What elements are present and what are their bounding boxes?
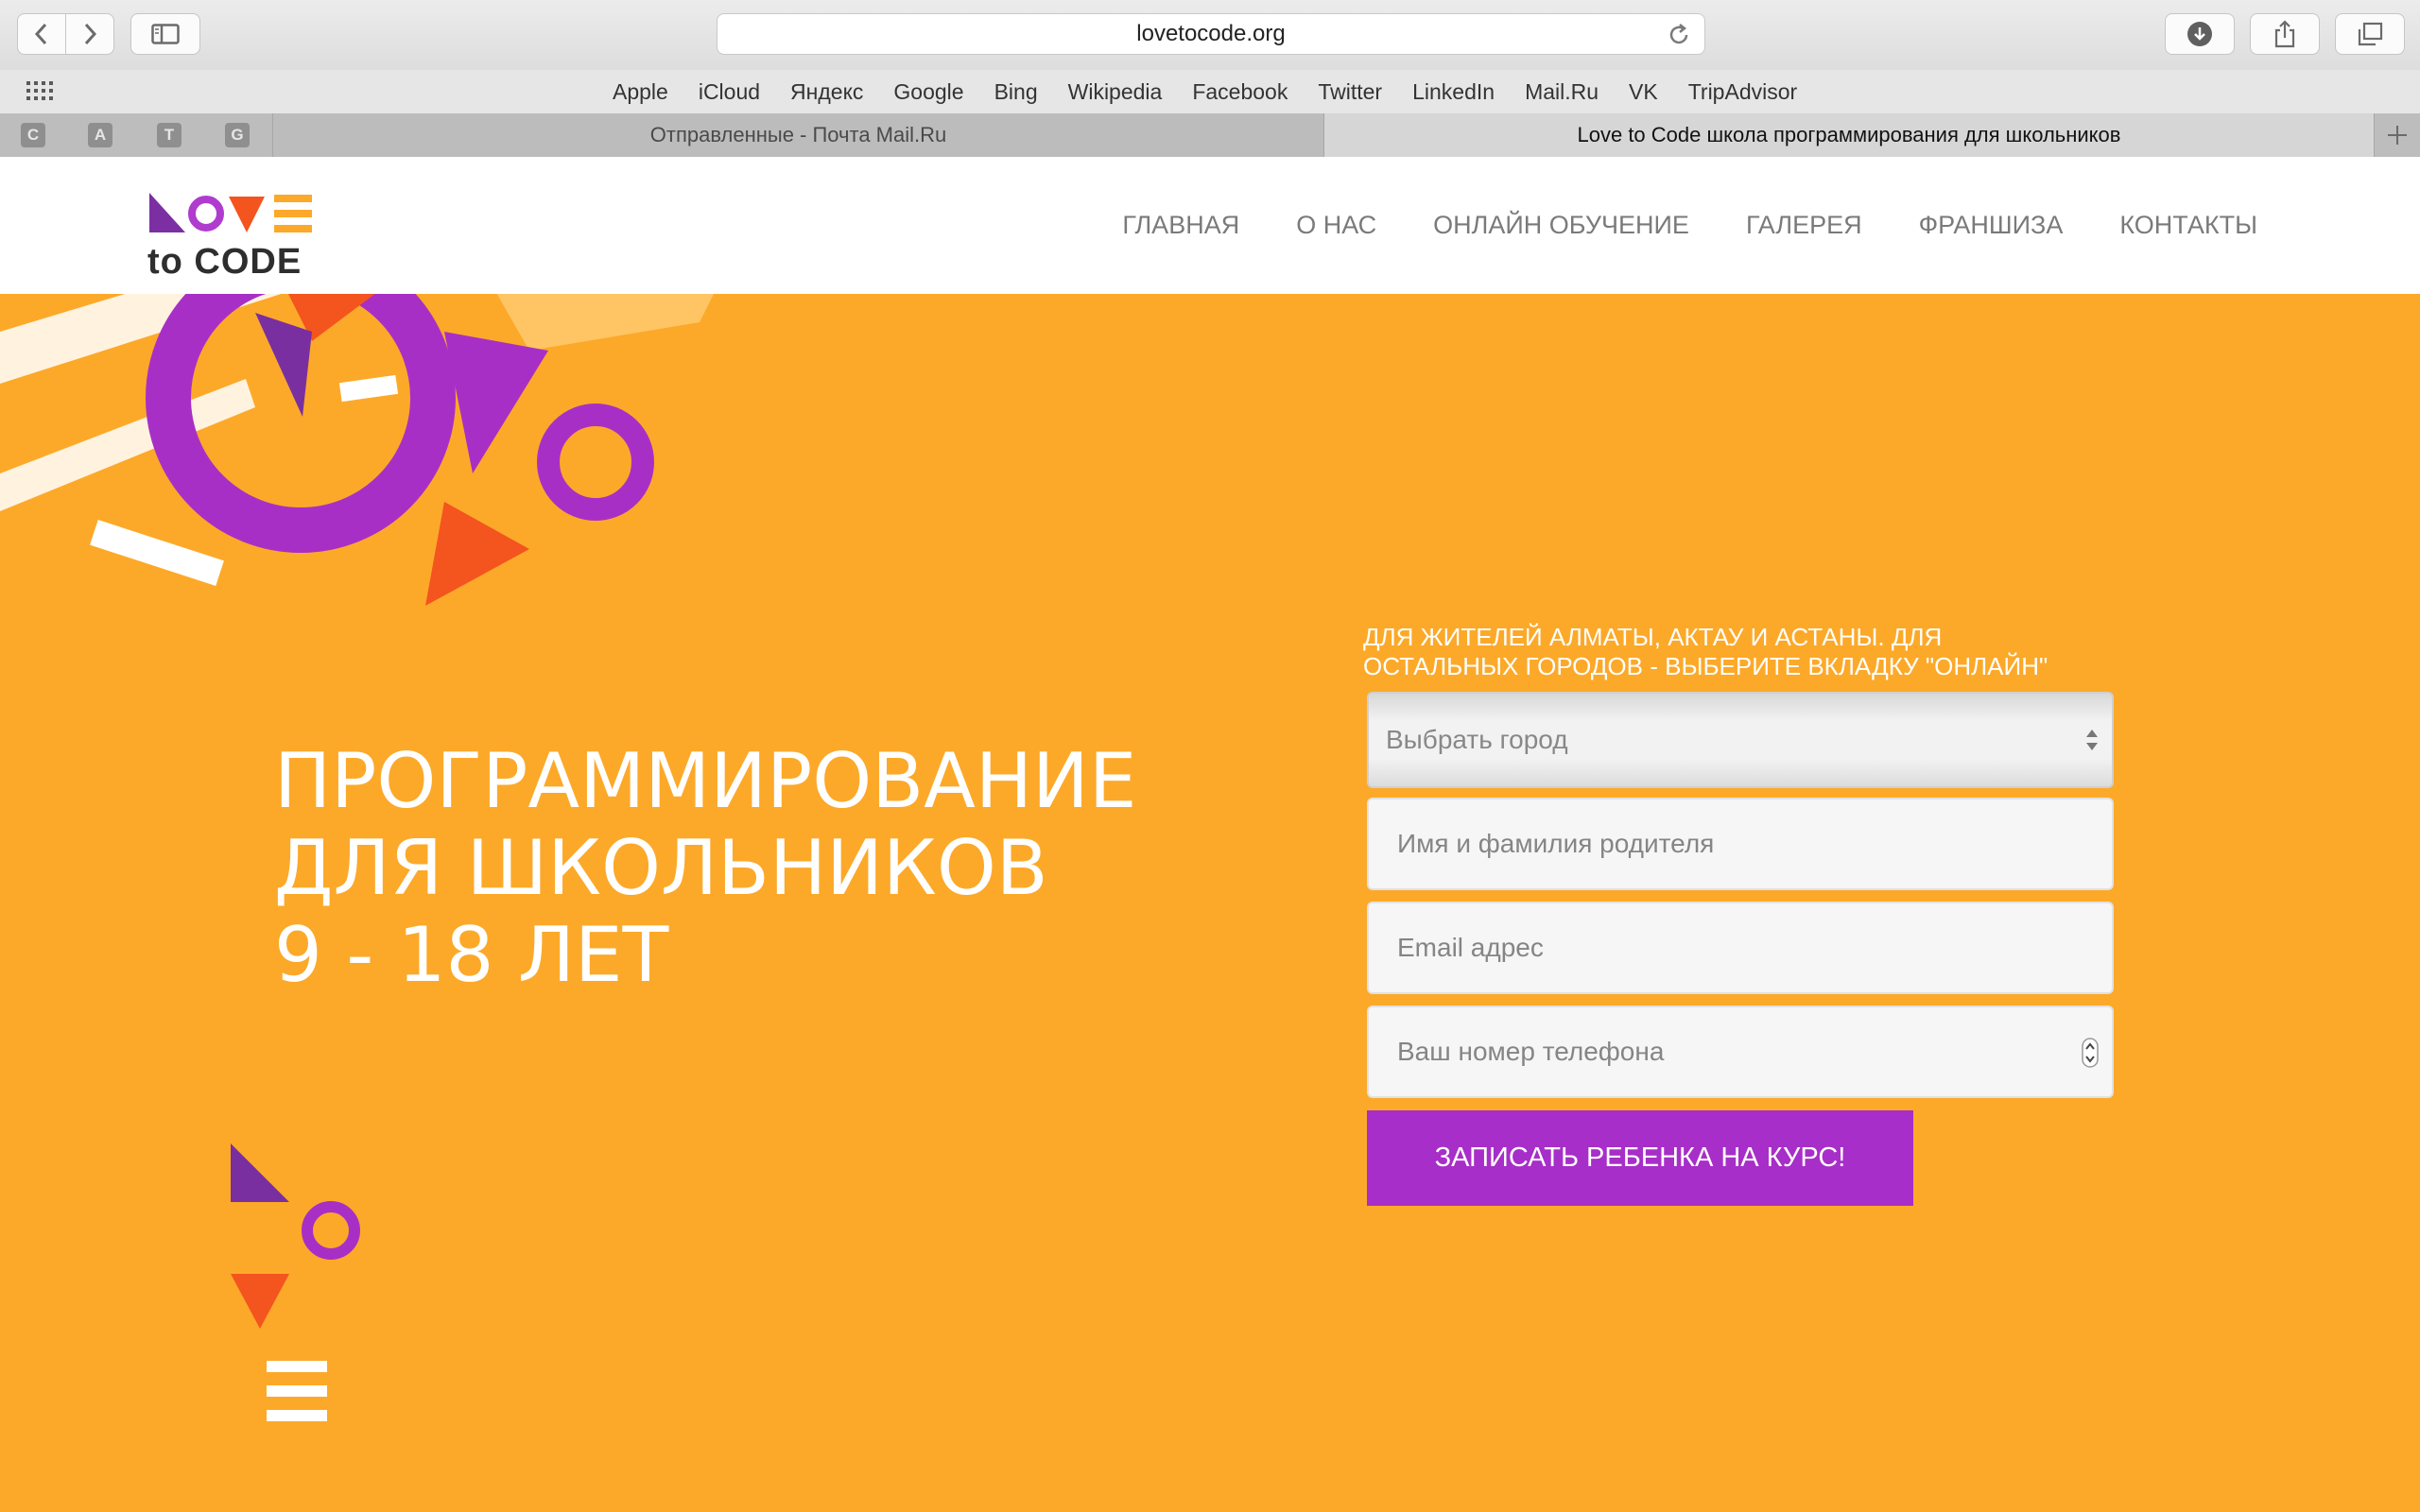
enroll-submit-button[interactable]: ЗАПИСАТЬ РЕБЕНКА НА КУРС! <box>1367 1110 1913 1206</box>
bookmark-google[interactable]: Google <box>893 79 963 105</box>
forward-button[interactable] <box>65 13 114 55</box>
tab-mail[interactable]: Отправленные - Почта Mail.Ru <box>272 113 1323 157</box>
phone-placeholder: Ваш номер телефона <box>1397 1037 1665 1066</box>
pinned-tab-a[interactable]: A <box>88 123 112 147</box>
download-icon <box>2187 22 2212 46</box>
sidebar-button[interactable] <box>130 13 200 55</box>
email-placeholder: Email адрес <box>1397 933 1544 962</box>
pinned-tab-t[interactable]: T <box>157 123 182 147</box>
form-note-line: ОСТАЛЬНЫХ ГОРОДОВ - ВЫБЕРИТЕ ВКЛАДКУ "ОН… <box>1363 652 2048 680</box>
bookmark-tripadvisor[interactable]: TripAdvisor <box>1688 79 1797 105</box>
nav-home[interactable]: ГЛАВНАЯ <box>1122 211 1239 240</box>
reload-icon[interactable] <box>1667 23 1691 47</box>
nav-about[interactable]: О НАС <box>1296 211 1376 240</box>
back-button[interactable] <box>17 13 66 55</box>
nav-gallery[interactable]: ГАЛЕРЕЯ <box>1746 211 1862 240</box>
bookmark-facebook[interactable]: Facebook <box>1192 79 1288 105</box>
bookmark-yandex[interactable]: Яндекс <box>790 79 863 105</box>
tabs-overview-button[interactable] <box>2335 13 2405 55</box>
nav-online[interactable]: ОНЛАЙН ОБУЧЕНИЕ <box>1433 211 1689 240</box>
pinned-tab-g[interactable]: G <box>225 123 250 147</box>
site-header: to CODE ГЛАВНАЯ О НАС ОНЛАЙН ОБУЧЕНИЕ ГА… <box>0 157 2420 294</box>
bookmark-vk[interactable]: VK <box>1629 79 1658 105</box>
share-icon <box>2274 20 2295 48</box>
headline-line: ПРОГРАММИРОВАНИЕ <box>274 737 1137 825</box>
tabs-icon <box>2358 22 2383 46</box>
bookmark-linkedin[interactable]: LinkedIn <box>1412 79 1495 105</box>
browser-chrome: lovetocode.org Apple iCloud Яндекс Googl… <box>0 0 2420 158</box>
parent-name-placeholder: Имя и фамилия родителя <box>1397 829 1715 858</box>
city-select[interactable]: Выбрать город <box>1367 692 2114 788</box>
decorative-shapes-bottom <box>231 1143 360 1421</box>
tab-title: Love to Code школа программирования для … <box>1577 123 2121 146</box>
plus-icon <box>2388 126 2407 145</box>
pinned-tab-c[interactable]: C <box>21 123 45 147</box>
bookmark-twitter[interactable]: Twitter <box>1318 79 1382 105</box>
chevron-right-icon <box>84 23 97 45</box>
headline-line: 9 - 18 ЛЕТ <box>274 911 669 999</box>
sidebar-icon <box>151 24 180 44</box>
main-nav: ГЛАВНАЯ О НАС ОНЛАЙН ОБУЧЕНИЕ ГАЛЕРЕЯ ФР… <box>1122 157 2257 294</box>
bookmarks-bar: Apple iCloud Яндекс Google Bing Wikipedi… <box>0 70 2420 114</box>
bookmark-apple[interactable]: Apple <box>613 79 668 105</box>
chevron-left-icon <box>34 23 47 45</box>
address-bar[interactable]: lovetocode.org <box>717 13 1705 55</box>
bookmark-list: Apple iCloud Яндекс Google Bing Wikipedi… <box>613 70 1797 113</box>
tab-title: Отправленные - Почта Mail.Ru <box>649 123 947 146</box>
number-stepper-icon[interactable] <box>2082 1038 2099 1068</box>
city-select-value: Выбрать город <box>1386 725 1568 754</box>
bookmark-mailru[interactable]: Mail.Ru <box>1525 79 1599 105</box>
logo-love-mark[interactable] <box>147 191 316 238</box>
top-sites-grid-icon[interactable] <box>26 81 55 102</box>
tab-bar: C A T G Отправленные - Почта Mail.Ru Lov… <box>0 113 2420 158</box>
select-arrows-icon <box>2086 730 2098 750</box>
parent-name-field[interactable]: Имя и фамилия родителя <box>1367 798 2114 890</box>
form-note-line: ДЛЯ ЖИТЕЛЕЙ АЛМАТЫ, АКТАУ И АСТАНЫ. ДЛЯ <box>1363 623 1943 651</box>
bookmark-bing[interactable]: Bing <box>994 79 1038 105</box>
bookmark-wikipedia[interactable]: Wikipedia <box>1068 79 1163 105</box>
share-button[interactable] <box>2250 13 2320 55</box>
decorative-shapes-top <box>0 294 714 606</box>
url-text: lovetocode.org <box>1136 21 1286 46</box>
nav-franchise[interactable]: ФРАНШИЗА <box>1919 211 2064 240</box>
tab-lovetocode[interactable]: Love to Code школа программирования для … <box>1323 113 2375 157</box>
hero-headline: ПРОГРАММИРОВАНИЕ ДЛЯ ШКОЛЬНИКОВ 9 - 18 Л… <box>274 738 1136 999</box>
email-field[interactable]: Email адрес <box>1367 902 2114 994</box>
browser-toolbar: lovetocode.org <box>0 0 2420 71</box>
hero-section: ПРОГРАММИРОВАНИЕ ДЛЯ ШКОЛЬНИКОВ 9 - 18 Л… <box>0 294 2420 1512</box>
phone-field[interactable]: Ваш номер телефона <box>1367 1005 2114 1098</box>
logo-subtitle: to CODE <box>147 242 302 282</box>
nav-contacts[interactable]: КОНТАКТЫ <box>2119 211 2257 240</box>
new-tab-button[interactable] <box>2375 113 2420 157</box>
bookmark-icloud[interactable]: iCloud <box>699 79 760 105</box>
downloads-button[interactable] <box>2165 13 2235 55</box>
form-note: ДЛЯ ЖИТЕЛЕЙ АЛМАТЫ, АКТАУ И АСТАНЫ. ДЛЯ … <box>1363 623 2119 681</box>
headline-line: ДЛЯ ШКОЛЬНИКОВ <box>274 824 1048 912</box>
